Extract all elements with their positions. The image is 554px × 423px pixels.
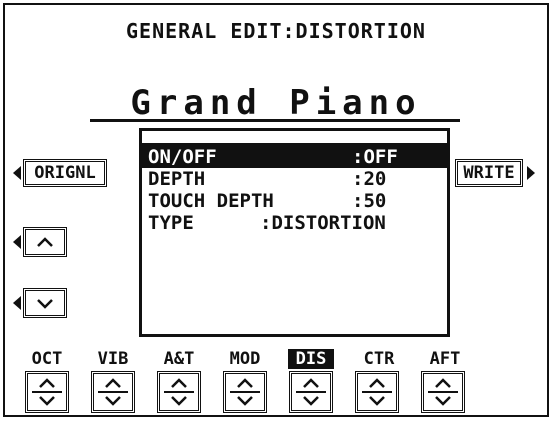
stepper-mod[interactable] xyxy=(223,371,267,413)
triangle-left-icon xyxy=(13,296,21,310)
voice-name: Grand Piano xyxy=(130,83,422,123)
tab-vib[interactable]: VIB xyxy=(85,349,141,369)
cursor-down-button[interactable] xyxy=(23,288,67,318)
up-down-chevron-icon xyxy=(296,378,326,406)
menu-row-value: :DISTORTION xyxy=(260,212,386,234)
menu-row-value: :OFF xyxy=(352,146,398,168)
parameter-menu: ON/OFF :OFF DEPTH :20 TOUCH DEPTH :50 TY… xyxy=(139,128,450,337)
menu-top-bar xyxy=(142,131,447,146)
tab-mod[interactable]: MOD xyxy=(217,349,273,369)
tab-a-and-t[interactable]: A&T xyxy=(151,349,207,369)
menu-row-type[interactable]: TYPE :DISTORTION xyxy=(142,212,447,234)
page-title: GENERAL EDIT:DISTORTION xyxy=(126,19,426,43)
triangle-right-icon xyxy=(527,166,535,180)
menu-row-label: TOUCH DEPTH xyxy=(148,190,274,212)
tab-ctr[interactable]: CTR xyxy=(351,349,407,369)
tab-oct[interactable]: OCT xyxy=(19,349,75,369)
stepper-ctr[interactable] xyxy=(355,371,399,413)
tab-dis[interactable]: DIS xyxy=(288,349,334,369)
stepper-oct[interactable] xyxy=(25,371,69,413)
triangle-left-icon xyxy=(13,166,21,180)
triangle-left-icon xyxy=(13,235,21,249)
menu-row-value: :50 xyxy=(352,190,387,212)
up-down-chevron-icon xyxy=(428,378,458,406)
stepper-vib[interactable] xyxy=(91,371,135,413)
menu-row-label: TYPE xyxy=(148,212,194,234)
voice-underline xyxy=(90,119,460,122)
up-down-chevron-icon xyxy=(98,378,128,406)
write-button[interactable]: WRITE xyxy=(455,159,523,187)
up-down-chevron-icon xyxy=(230,378,260,406)
lcd-screen: GENERAL EDIT:DISTORTION Grand Piano ORIG… xyxy=(3,3,549,417)
menu-row-label: DEPTH xyxy=(148,168,206,190)
up-down-chevron-icon xyxy=(164,378,194,406)
menu-row-on-off[interactable]: ON/OFF :OFF xyxy=(142,146,447,168)
chevron-down-icon xyxy=(37,299,53,309)
cursor-up-button[interactable] xyxy=(23,227,67,257)
up-down-chevron-icon xyxy=(362,378,392,406)
menu-row-depth[interactable]: DEPTH :20 xyxy=(142,168,447,190)
up-down-chevron-icon xyxy=(32,378,62,406)
stepper-aft[interactable] xyxy=(421,371,465,413)
menu-row-touch-depth[interactable]: TOUCH DEPTH :50 xyxy=(142,190,447,212)
original-button[interactable]: ORIGNL xyxy=(23,159,107,187)
menu-row-label: ON/OFF xyxy=(148,146,217,168)
menu-row-value: :20 xyxy=(352,168,387,190)
stepper-dis[interactable] xyxy=(289,371,333,413)
tab-aft[interactable]: AFT xyxy=(417,349,473,369)
stepper-a-and-t[interactable] xyxy=(157,371,201,413)
chevron-up-icon xyxy=(37,237,53,247)
